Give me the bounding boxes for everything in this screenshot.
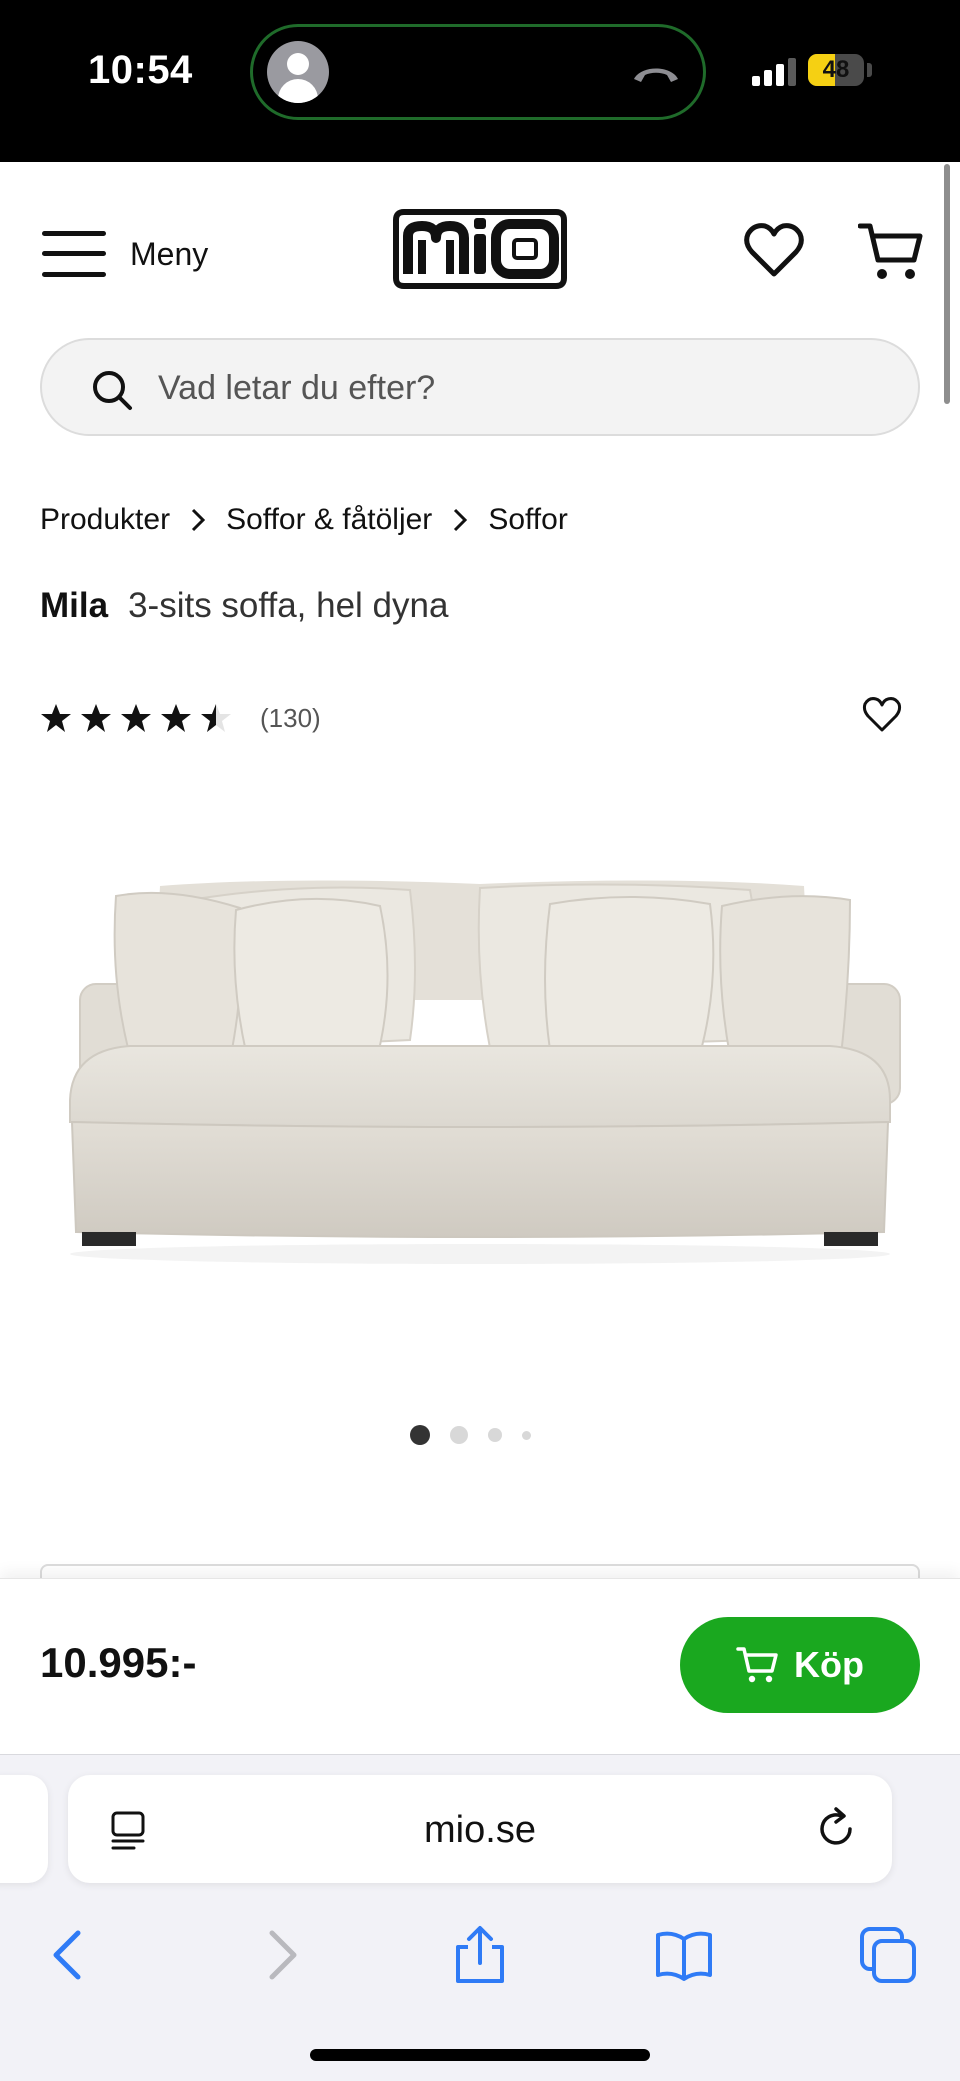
favorite-heart-icon[interactable] (862, 696, 902, 734)
carousel-dot[interactable] (410, 1425, 430, 1445)
share-icon[interactable] (450, 1925, 510, 1985)
review-count[interactable]: (130) (260, 703, 321, 734)
bookmarks-icon[interactable] (654, 1925, 714, 1985)
menu-button[interactable]: Meny (42, 224, 208, 284)
chevron-right-icon (170, 505, 226, 535)
search-icon (93, 371, 132, 410)
home-indicator[interactable] (310, 2049, 650, 2061)
address-bar[interactable]: mio.se (68, 1775, 892, 1883)
star-full-icon (41, 704, 71, 732)
contact-avatar-icon (267, 41, 329, 103)
site-header: Meny (0, 162, 960, 332)
status-time: 10:54 (88, 48, 193, 92)
star-half-icon (201, 704, 231, 732)
breadcrumb-soffor[interactable]: Soffor (488, 503, 568, 537)
browser-nav-row (0, 1915, 960, 1995)
browser-toolbar: mio.se (0, 1754, 960, 2081)
image-carousel-dots (410, 1424, 551, 1446)
page-scrollbar[interactable] (944, 164, 950, 404)
search-bar[interactable] (40, 338, 920, 436)
reload-icon[interactable] (816, 1807, 858, 1851)
back-icon[interactable] (42, 1925, 102, 1985)
cart-icon[interactable] (858, 220, 924, 284)
breadcrumb-produkter[interactable]: Produkter (40, 503, 170, 537)
cellular-signal-icon (752, 56, 796, 86)
call-activity-pill[interactable] (250, 24, 706, 120)
breadcrumb-soffor-fatoljer[interactable]: Soffor & fåtöljer (226, 503, 432, 537)
product-price: 10.995:- (40, 1639, 197, 1686)
battery-icon: 48 (808, 54, 864, 86)
menu-label: Meny (130, 235, 209, 272)
hang-up-icon[interactable] (631, 63, 681, 85)
product-title: Mila 3-sits soffa, hel dyna (40, 586, 448, 626)
product-brand: Mila (40, 586, 109, 625)
previous-tab-preview[interactable] (0, 1775, 48, 1883)
buy-button-label: Köp (794, 1644, 864, 1685)
carousel-dot[interactable] (522, 1430, 531, 1440)
product-image[interactable] (50, 860, 910, 1280)
star-full-icon (121, 704, 151, 732)
hamburger-icon (42, 229, 106, 279)
product-rating[interactable]: (130) (40, 700, 321, 736)
tabs-icon[interactable] (858, 1925, 918, 1985)
mio-logo[interactable] (392, 208, 568, 290)
carousel-dot[interactable] (450, 1426, 468, 1444)
buy-button[interactable]: Köp (680, 1617, 920, 1713)
forward-icon[interactable] (248, 1925, 308, 1985)
search-input[interactable] (158, 358, 878, 418)
product-name: 3-sits soffa, hel dyna (128, 586, 449, 625)
star-full-icon (81, 704, 111, 732)
battery-level: 48 (822, 56, 850, 83)
wishlist-heart-icon[interactable] (744, 222, 804, 278)
url-text: mio.se (424, 1809, 536, 1851)
breadcrumb: Produkter Soffor & fåtöljer Soffor (40, 498, 568, 542)
carousel-dot[interactable] (488, 1428, 502, 1442)
status-bar: 10:54 48 (0, 0, 960, 162)
chevron-right-icon (432, 505, 488, 535)
rating-stars (40, 702, 240, 734)
sticky-buy-bar: 10.995:- Köp (0, 1578, 960, 1754)
star-full-icon (161, 704, 191, 732)
cart-icon (736, 1647, 778, 1683)
